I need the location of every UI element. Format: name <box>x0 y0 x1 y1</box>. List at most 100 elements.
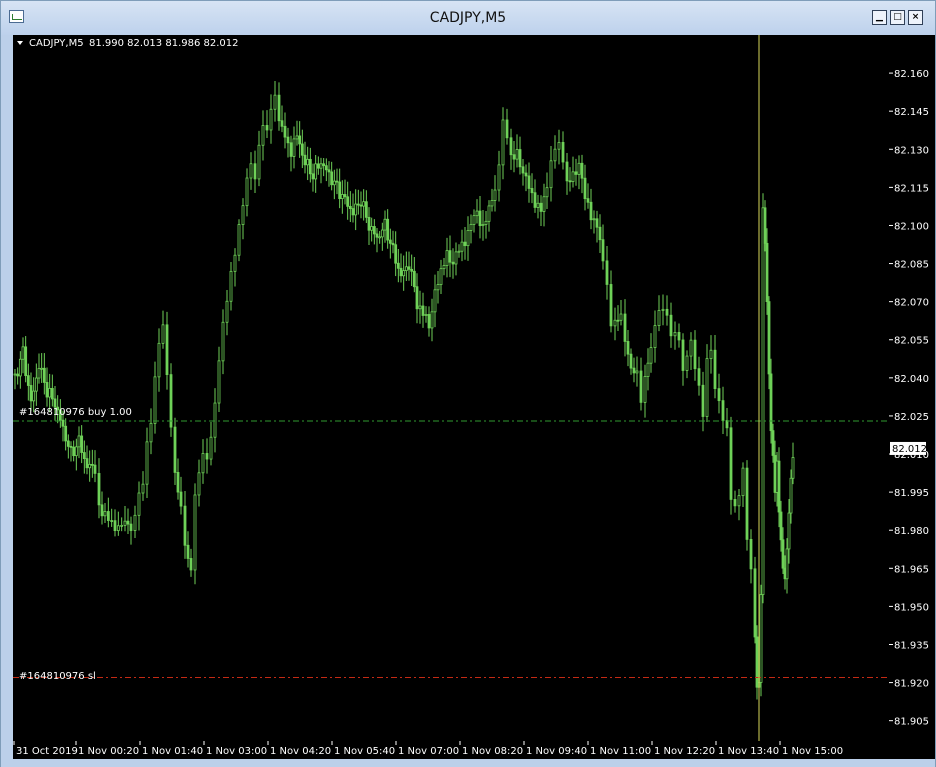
candle-body <box>311 173 315 180</box>
candle-body <box>586 198 590 203</box>
candle-body <box>50 388 54 400</box>
candle-body <box>335 180 339 183</box>
candle-body <box>580 162 584 179</box>
candle-body <box>466 230 470 247</box>
candle-body <box>364 201 368 218</box>
candle-body <box>126 520 130 525</box>
time-tick-label: 1 Nov 12:20 <box>654 746 715 757</box>
candle-body <box>113 520 117 532</box>
candle-body <box>571 171 575 182</box>
candle-body <box>536 202 540 208</box>
candle-body <box>533 192 537 208</box>
price-tick-label: 81.950 <box>894 602 929 613</box>
time-tick-label: 1 Nov 15:00 <box>782 746 843 757</box>
price-tick-label: 82.115 <box>894 183 929 194</box>
candle-body <box>791 457 795 479</box>
candle-body <box>553 148 557 162</box>
candle-body <box>451 261 455 265</box>
candle-body <box>110 520 114 522</box>
candle-body <box>501 119 505 166</box>
candle-body <box>103 511 107 517</box>
candle-body <box>179 491 183 507</box>
candle-body <box>257 144 261 180</box>
candle-body <box>574 171 578 175</box>
candle-body <box>221 321 225 362</box>
maximize-icon: □ <box>893 12 902 22</box>
candle-body <box>646 362 650 377</box>
candle-body <box>475 210 479 217</box>
candle-body <box>689 339 693 357</box>
minimize-icon: ▁ <box>876 12 883 22</box>
candle-body <box>545 187 549 198</box>
price-axis[interactable]: 82.160 82.145 82.130 82.115 82.100 82.085 82.0… <box>889 35 935 759</box>
candle-body <box>779 511 783 541</box>
candle-body <box>74 446 78 457</box>
candle-body <box>436 284 440 291</box>
chart-area[interactable]: #164810976 buy 1.00 #164810976 sl CADJPY… <box>13 35 889 741</box>
candle-body <box>21 346 25 360</box>
candle-body <box>77 435 81 448</box>
candle-body <box>497 164 501 191</box>
candle-body <box>61 419 65 427</box>
candle-body <box>643 376 647 403</box>
candle-body <box>42 367 46 383</box>
candle-body <box>386 218 390 241</box>
minimize-button[interactable]: ▁ <box>872 10 887 25</box>
chart-window: CADJPY,M5 ▁ □ × #164810976 buy 1.00 #164… <box>0 0 936 767</box>
candle-body <box>303 154 307 166</box>
candle-body <box>283 125 287 138</box>
price-chart[interactable]: #164810976 buy 1.00 #164810976 sl CADJPY… <box>13 35 889 741</box>
candle-body <box>487 205 491 222</box>
candle-body <box>430 311 434 329</box>
time-tick-label: 1 Nov 11:00 <box>590 746 651 757</box>
candle-body <box>217 360 221 404</box>
candle-body <box>595 218 599 228</box>
candle-body <box>346 196 350 207</box>
candle-body <box>741 467 745 497</box>
price-tick-label: 81.995 <box>894 488 929 499</box>
candle-body <box>448 250 452 263</box>
candle-body <box>225 300 229 323</box>
candle-body <box>66 440 70 447</box>
candle-body <box>717 388 721 402</box>
candle-body <box>583 177 587 200</box>
open-order-label: #164810976 buy 1.00 <box>19 407 132 418</box>
time-tick-label: 1 Nov 00:20 <box>78 746 139 757</box>
candle-body <box>701 384 705 417</box>
time-tick-label: 1 Nov 07:00 <box>398 746 459 757</box>
candle-body <box>340 194 344 199</box>
candle-body <box>88 463 92 469</box>
price-tick-label: 81.935 <box>894 640 929 651</box>
candlestick-series <box>13 81 795 703</box>
candle-body <box>493 189 497 201</box>
candle-body <box>197 472 201 496</box>
candle-body <box>24 346 28 377</box>
candle-body <box>677 332 681 341</box>
candle-body <box>524 172 528 177</box>
candle-body <box>518 149 522 168</box>
time-axis[interactable]: 31 Oct 2019 1 Nov 00:20 1 Nov 01:40 1 Nov 0… <box>13 741 889 759</box>
candle-body <box>673 332 677 337</box>
candle-body <box>598 226 602 241</box>
candle-body <box>777 460 781 513</box>
maximize-button[interactable]: □ <box>890 10 905 25</box>
candle-body <box>295 135 299 140</box>
close-button[interactable]: × <box>908 10 923 25</box>
candle-body <box>639 370 643 403</box>
candle-body <box>153 376 157 424</box>
candle-body <box>512 154 516 160</box>
dropdown-icon[interactable] <box>17 41 23 45</box>
candle-body <box>90 463 94 466</box>
candle-body <box>241 205 245 225</box>
candle-body <box>629 353 633 369</box>
candle-body <box>40 367 44 370</box>
candle-body <box>789 477 793 514</box>
candle-body <box>490 200 494 207</box>
stop-loss-label: #164810976 sl <box>19 671 96 682</box>
candle-body <box>577 162 581 175</box>
candle-body <box>613 319 617 327</box>
candle-body <box>300 143 304 156</box>
candle-body <box>149 422 153 443</box>
title-bar[interactable]: CADJPY,M5 ▁ □ × <box>1 1 935 35</box>
candle-body <box>277 94 281 122</box>
